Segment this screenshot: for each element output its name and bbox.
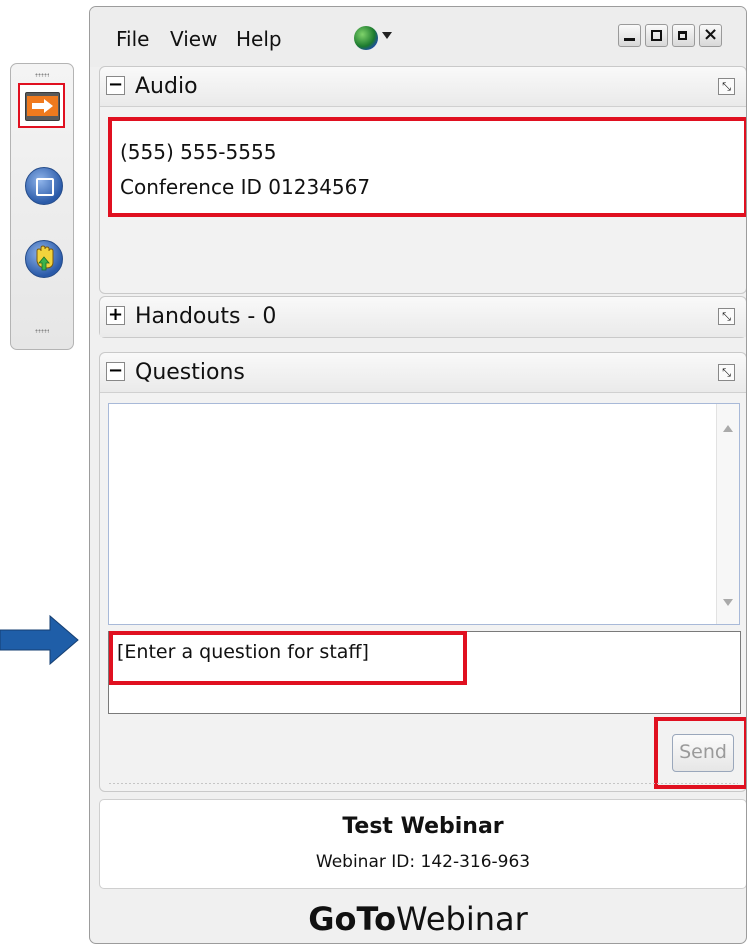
send-button[interactable]: Send [672, 734, 734, 772]
question-input[interactable]: [Enter a question for staff] [109, 631, 467, 685]
raise-hand-icon [36, 245, 54, 271]
questions-log[interactable] [108, 403, 740, 625]
audio-phone-number: (555) 555-5555 [120, 140, 277, 164]
webinar-panel: File View Help × − Audio ⤡ (555) 555-555… [89, 6, 747, 944]
minimize-button[interactable] [618, 24, 641, 47]
audio-details: (555) 555-5555 Conference ID 01234567 [108, 117, 746, 217]
handouts-title: Handouts - 0 [135, 304, 277, 329]
questions-header[interactable]: − Questions ⤡ [100, 353, 746, 393]
raise-hand-button[interactable] [25, 240, 63, 278]
control-toolbar [10, 63, 74, 350]
scroll-down-icon[interactable] [723, 599, 733, 606]
show-hide-panel-button[interactable] [18, 83, 65, 128]
screen-icon [36, 178, 54, 196]
popout-icon [678, 31, 687, 40]
resize-grip[interactable] [108, 782, 738, 785]
popout-icon[interactable]: ⤡ [718, 308, 735, 325]
questions-title: Questions [135, 360, 245, 385]
audio-header[interactable]: − Audio ⤡ [100, 67, 746, 107]
brand-bold: GoTo [308, 900, 397, 938]
webinar-name: Test Webinar [342, 814, 504, 839]
webinar-id: Webinar ID: 142-316-963 [315, 852, 531, 872]
toolbar-grip-top[interactable] [35, 73, 49, 77]
scroll-up-icon[interactable] [723, 425, 733, 432]
question-input-area[interactable]: [Enter a question for staff] [108, 631, 741, 714]
handouts-header[interactable]: + Handouts - 0 ⤡ [100, 297, 746, 337]
popout-icon[interactable]: ⤡ [718, 78, 735, 95]
close-button[interactable]: × [699, 24, 722, 47]
webinar-info: Test Webinar Webinar ID: 142-316-963 [99, 799, 746, 889]
menu-file[interactable]: File [116, 27, 149, 51]
toolbar-grip-bottom[interactable] [35, 329, 49, 333]
maximize-button[interactable] [645, 24, 668, 47]
globe-icon[interactable] [354, 26, 378, 50]
screen-sharing-button[interactable] [25, 167, 63, 205]
popout-button[interactable] [672, 24, 695, 47]
brand-light: Webinar [396, 900, 528, 938]
questions-section: − Questions ⤡ [Enter a question for staf… [99, 352, 746, 792]
questions-scrollbar[interactable] [716, 404, 739, 624]
popout-icon[interactable]: ⤡ [718, 364, 735, 381]
collapse-icon[interactable]: − [106, 76, 125, 95]
handouts-section: + Handouts - 0 ⤡ [99, 296, 746, 338]
menu-bar: File View Help × [90, 7, 746, 67]
audio-section: − Audio ⤡ (555) 555-5555 Conference ID 0… [99, 66, 746, 294]
audio-conference-id: Conference ID 01234567 [120, 175, 371, 199]
menu-help[interactable]: Help [236, 27, 282, 51]
close-icon: × [703, 24, 719, 45]
menu-view[interactable]: View [170, 27, 217, 51]
show-hide-arrow-icon [25, 92, 60, 121]
minimize-icon [624, 38, 635, 41]
brand-logo: GoToWebinar [90, 900, 746, 938]
dropdown-arrow-icon[interactable] [382, 32, 392, 39]
audio-title: Audio [135, 74, 198, 99]
send-highlight: Send [654, 717, 746, 789]
expand-icon[interactable]: + [106, 306, 125, 325]
maximize-icon [651, 30, 662, 41]
collapse-icon[interactable]: − [106, 362, 125, 381]
pointer-arrow-icon [0, 614, 79, 666]
